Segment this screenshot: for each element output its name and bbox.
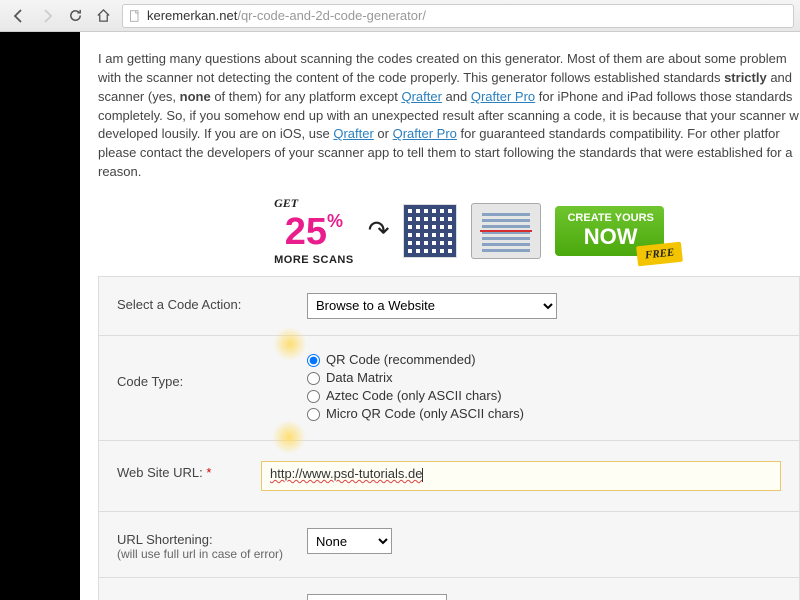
label-code-type: Code Type: [117, 352, 307, 389]
url-input-value: http://www.psd-tutorials.de [270, 466, 422, 481]
label-text: Web Site URL: [117, 465, 206, 480]
intro-paragraph: I am getting many questions about scanni… [98, 50, 800, 182]
cta-top: CREATE YOURS [567, 212, 653, 224]
home-icon [96, 8, 111, 23]
banner-more-scans: MORE SCANS [274, 254, 354, 266]
intro-strictly: strictly [724, 70, 767, 85]
label-error-correction: Error Correction Level: (only for regula… [117, 594, 307, 600]
link-qrafter[interactable]: Qrafter [401, 89, 441, 104]
radio-aztec-input[interactable] [307, 390, 320, 403]
arrow-right-icon [39, 8, 55, 24]
banner-25: 25 [285, 211, 327, 254]
row-error-correction: Error Correction Level: (only for regula… [99, 578, 799, 600]
label-code-action: Select a Code Action: [117, 293, 307, 312]
reload-icon [68, 8, 83, 23]
row-url-shortening: URL Shortening: (will use full url in ca… [99, 512, 799, 578]
radio-label: Micro QR Code (only ASCII chars) [326, 406, 524, 421]
back-button[interactable] [6, 4, 32, 28]
sidebar-spacer [0, 32, 80, 600]
banner-cta-button[interactable]: CREATE YOURS NOW FREE [555, 206, 663, 256]
radio-qr-input[interactable] [307, 354, 320, 367]
radio-aztec[interactable]: Aztec Code (only ASCII chars) [307, 388, 781, 403]
browser-toolbar: keremerkan.net/qr-code-and-2d-code-gener… [0, 0, 800, 32]
website-url-input[interactable]: http://www.psd-tutorials.de [261, 461, 781, 491]
select-code-action[interactable]: Browse to a Website [307, 293, 557, 319]
arrow-icon: ↷ [368, 215, 390, 246]
radio-label: Data Matrix [326, 370, 392, 385]
link-qrafter[interactable]: Qrafter [333, 126, 373, 141]
url-path: /qr-code-and-2d-code-generator/ [237, 8, 426, 23]
banner-get-block: GET 25% MORE SCANS [274, 196, 354, 266]
forward-button[interactable] [34, 4, 60, 28]
radio-micro-input[interactable] [307, 408, 320, 421]
banner-get-text: GET [274, 196, 354, 211]
row-code-action: Select a Code Action: Browse to a Websit… [99, 277, 799, 336]
reload-button[interactable] [62, 4, 88, 28]
main-content: I am getting many questions about scanni… [80, 32, 800, 600]
radio-micro-qr[interactable]: Micro QR Code (only ASCII chars) [307, 406, 781, 421]
select-error-correction[interactable]: Low [307, 594, 447, 600]
page-icon [129, 10, 141, 22]
intro-text: of them) for any platform except [211, 89, 402, 104]
select-url-shortening[interactable]: None [307, 528, 392, 554]
label-text: URL Shortening: [117, 532, 213, 547]
home-button[interactable] [90, 4, 116, 28]
radio-label: Aztec Code (only ASCII chars) [326, 388, 502, 403]
arrow-left-icon [11, 8, 27, 24]
required-asterisk: * [206, 465, 211, 480]
phone-scan-icon [471, 203, 541, 259]
url-bar[interactable]: keremerkan.net/qr-code-and-2d-code-gener… [122, 4, 794, 28]
radio-data-matrix[interactable]: Data Matrix [307, 370, 781, 385]
banner-pct: % [327, 211, 343, 231]
radio-group-code-type: QR Code (recommended) Data Matrix Aztec … [307, 352, 781, 424]
promo-banner[interactable]: GET 25% MORE SCANS ↷ CREATE YOURS NOW FR… [138, 196, 800, 266]
radio-label: QR Code (recommended) [326, 352, 476, 367]
link-qrafter-pro[interactable]: Qrafter Pro [471, 89, 535, 104]
label-url-shortening: URL Shortening: (will use full url in ca… [117, 528, 307, 561]
cta-free-badge: FREE [636, 242, 683, 267]
row-code-type: Code Type: QR Code (recommended) Data Ma… [99, 336, 799, 441]
generator-form: Select a Code Action: Browse to a Websit… [98, 276, 800, 600]
intro-text: I am getting many questions about scanni… [98, 51, 787, 85]
url-host: keremerkan.net [147, 8, 237, 23]
intro-none: none [180, 89, 211, 104]
radio-dm-input[interactable] [307, 372, 320, 385]
label-website-url: Web Site URL: * [117, 461, 261, 480]
link-qrafter-pro[interactable]: Qrafter Pro [393, 126, 457, 141]
radio-qr-code[interactable]: QR Code (recommended) [307, 352, 781, 367]
intro-text: and [442, 89, 471, 104]
text-cursor [422, 468, 423, 482]
qr-graphic-icon [403, 204, 457, 258]
row-website-url: Web Site URL: * http://www.psd-tutorials… [99, 441, 799, 512]
intro-text: or [374, 126, 393, 141]
label-sub: (will use full url in case of error) [117, 547, 307, 561]
